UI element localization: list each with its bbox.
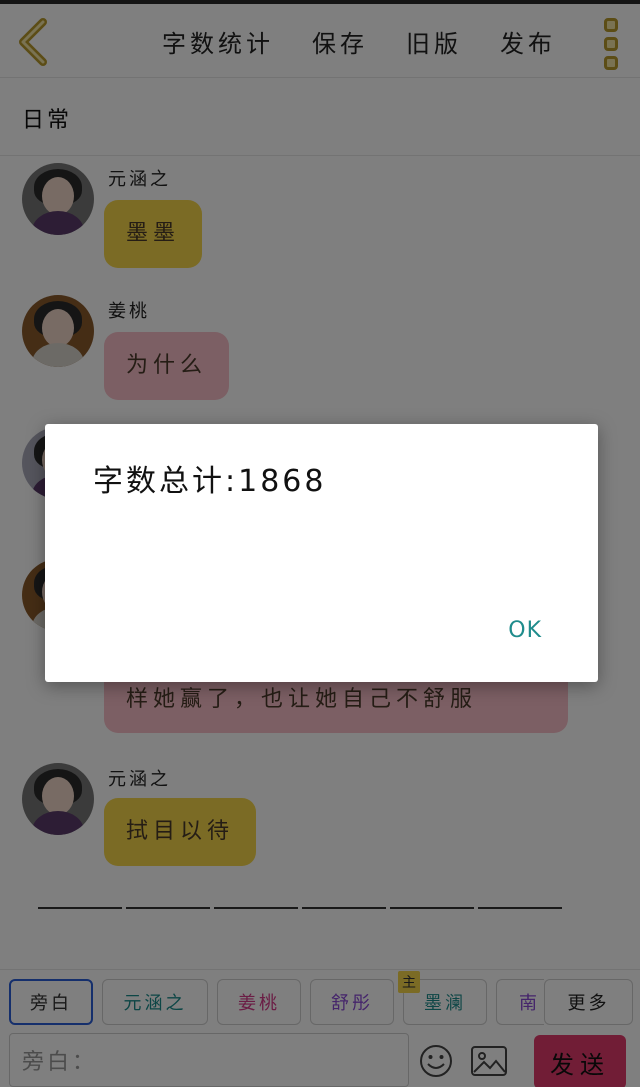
- dialog-message: 字数总计:1868: [93, 464, 327, 499]
- app-root: 字数统计 保存 旧版 发布 日常 元涵之 墨墨 姜桃: [0, 0, 640, 1087]
- word-count-dialog: 字数总计:1868 OK: [45, 424, 598, 682]
- ok-button[interactable]: OK: [508, 618, 542, 643]
